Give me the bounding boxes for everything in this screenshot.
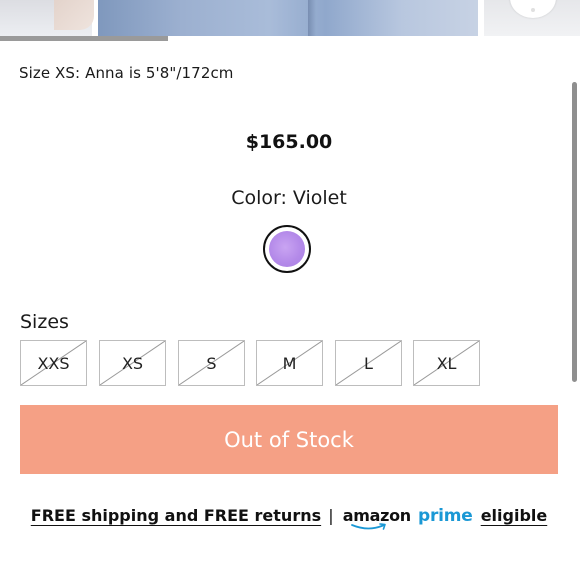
zoom-icon xyxy=(531,8,535,12)
gallery-progress-fill xyxy=(0,36,169,41)
size-option-l[interactable]: L xyxy=(335,340,402,386)
size-label: L xyxy=(364,354,373,373)
shipping-info: FREE shipping and FREE returns | amazon … xyxy=(0,506,578,530)
separator: | xyxy=(328,506,334,525)
prime-wordmark: prime xyxy=(417,506,473,526)
size-label: M xyxy=(282,354,297,373)
amazon-logo: amazon xyxy=(343,506,411,530)
color-label: Color: Violet xyxy=(231,187,347,209)
model-size-note: Size XS: Anna is 5'8"/172cm xyxy=(19,64,234,82)
size-label: XXS xyxy=(37,354,70,373)
size-option-xxs[interactable]: XXS xyxy=(20,340,87,386)
prime-eligible-link[interactable]: eligible xyxy=(481,506,548,525)
size-option-m[interactable]: M xyxy=(256,340,323,386)
product-image-2[interactable] xyxy=(98,0,478,36)
scrollbar[interactable] xyxy=(572,82,577,382)
size-option-xl[interactable]: XL xyxy=(413,340,480,386)
amazon-smile-icon xyxy=(350,523,386,530)
free-shipping-link[interactable]: FREE shipping and FREE returns xyxy=(31,506,321,525)
size-label: XS xyxy=(121,354,144,373)
product-image-1[interactable] xyxy=(0,0,94,36)
product-price: $165.00 xyxy=(245,131,333,153)
sizes-label: Sizes xyxy=(20,311,69,333)
size-options: XXS XS S M L XL xyxy=(20,340,490,387)
image-gallery[interactable] xyxy=(0,0,580,36)
size-label: S xyxy=(206,354,217,373)
color-swatch-fill xyxy=(269,231,305,267)
size-option-xs[interactable]: XS xyxy=(99,340,166,386)
gallery-progress-track xyxy=(0,36,580,41)
color-swatch-violet[interactable] xyxy=(263,225,311,273)
product-page: Size XS: Anna is 5'8"/172cm $165.00 Colo… xyxy=(0,0,580,580)
size-option-s[interactable]: S xyxy=(178,340,245,386)
size-label: XL xyxy=(436,354,457,373)
out-of-stock-button[interactable]: Out of Stock xyxy=(20,405,558,474)
